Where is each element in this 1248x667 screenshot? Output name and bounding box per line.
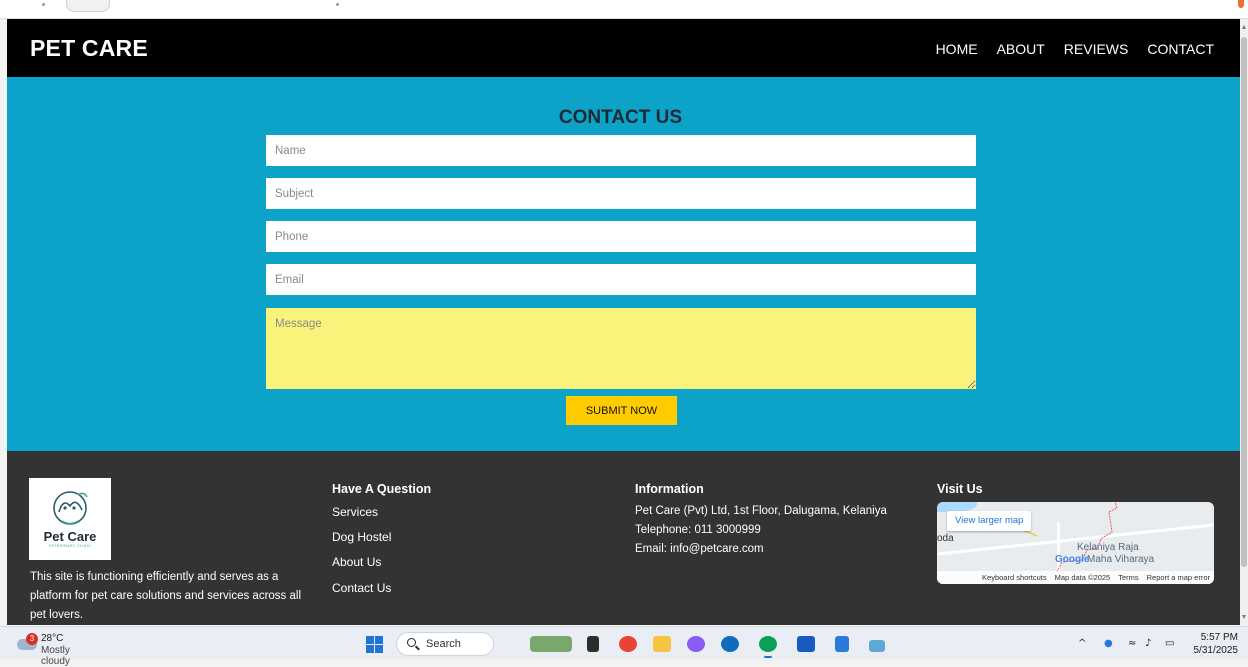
browser-extension-icon[interactable] — [1238, 0, 1244, 8]
windows-start-icon[interactable] — [366, 636, 383, 653]
weather-badge: 3 — [26, 633, 38, 645]
contact-section: CONTACT US SUBMIT NOW — [7, 77, 1240, 451]
edge-icon[interactable] — [759, 636, 777, 658]
web-page: PET CARE HOME ABOUT REVIEWS CONTACT CONT… — [7, 19, 1240, 625]
info-address: Pet Care (Pvt) Ltd, 1st Floor, Dalugama,… — [635, 505, 887, 517]
navbar: PET CARE HOME ABOUT REVIEWS CONTACT — [7, 19, 1240, 77]
pet-care-logo: Pet Care VETERINARY CLINIC — [29, 478, 111, 560]
volume-icon[interactable]: ♪ — [1145, 638, 1151, 649]
map-report-error[interactable]: Report a map error — [1147, 573, 1210, 582]
scroll-up-icon[interactable] — [1242, 25, 1246, 29]
view-larger-map-link[interactable]: View larger map — [947, 511, 1032, 531]
weather-description: Mostly cloudy — [41, 645, 70, 667]
nav-reviews[interactable]: REVIEWS — [1064, 41, 1129, 57]
nav-home[interactable]: HOME — [936, 41, 978, 57]
info-telephone: Telephone: 011 3000999 — [635, 524, 761, 536]
brand-logo-text[interactable]: PET CARE — [30, 35, 148, 62]
page-scrollbar[interactable] — [1240, 19, 1248, 625]
logo-subtext: VETERINARY CLINIC — [48, 544, 92, 548]
nav-links: HOME ABOUT REVIEWS CONTACT — [936, 41, 1214, 57]
taskbar-search[interactable]: Search — [396, 632, 494, 656]
footer-link-about-us[interactable]: About Us — [332, 555, 381, 569]
footer-link-contact-us[interactable]: Contact Us — [332, 581, 391, 595]
info-email: Email: info@petcare.com — [635, 543, 764, 555]
question-title: Have A Question — [332, 482, 432, 496]
nav-about[interactable]: ABOUT — [997, 41, 1045, 57]
email-input[interactable] — [266, 264, 976, 295]
logo-text: Pet Care — [43, 529, 97, 544]
scrollbar-thumb[interactable] — [1241, 37, 1247, 567]
taskbar: 3 28°C Mostly cloudy Search ^ ● ≈ ♪ ▭ 5:… — [0, 626, 1248, 667]
information-title: Information — [635, 482, 704, 496]
network-app-icon[interactable]: ● — [1104, 638, 1113, 649]
phone-input[interactable] — [266, 221, 976, 252]
outlook-icon[interactable] — [721, 636, 739, 652]
notepad-icon[interactable] — [835, 636, 849, 652]
weather-temperature: 28°C — [41, 633, 64, 644]
map-label-oda: oda — [937, 533, 954, 544]
browser-tab[interactable] — [66, 0, 110, 12]
map-data-credit: Map data ©2025 — [1054, 573, 1111, 582]
footer: Pet Care VETERINARY CLINIC This site is … — [7, 451, 1240, 625]
dot-icon — [42, 3, 45, 6]
nav-contact[interactable]: CONTACT — [1147, 41, 1214, 57]
footer-link-dog-hostel[interactable]: Dog Hostel — [332, 530, 391, 544]
name-input[interactable] — [266, 135, 976, 166]
map-label-place: Kelaniya Raja — [1077, 542, 1139, 553]
wifi-icon[interactable]: ≈ — [1128, 638, 1136, 649]
copilot-icon[interactable] — [687, 636, 705, 652]
map-attribution: Keyboard shortcuts Map data ©2025 Terms … — [937, 571, 1214, 584]
search-label: Search — [426, 638, 461, 650]
scroll-down-icon[interactable] — [1242, 615, 1246, 619]
submit-button[interactable]: SUBMIT NOW — [566, 396, 677, 425]
search-icon — [407, 638, 416, 647]
word-icon[interactable] — [797, 636, 815, 652]
message-textarea[interactable] — [266, 308, 976, 389]
widgets-app-icon[interactable] — [530, 636, 572, 652]
footer-link-services[interactable]: Services — [332, 505, 378, 519]
chevron-up-icon[interactable]: ^ — [1078, 638, 1086, 649]
clock-date[interactable]: 5/31/2025 — [1194, 645, 1239, 656]
browser-chrome — [0, 0, 1248, 19]
file-explorer-icon[interactable] — [653, 636, 671, 652]
clock-time[interactable]: 5:57 PM — [1201, 632, 1238, 643]
battery-icon[interactable]: ▭ — [1165, 638, 1174, 649]
map-terms[interactable]: Terms — [1118, 573, 1138, 582]
google-logo-text: Google — [1055, 554, 1090, 565]
snipping-tool-icon[interactable] — [869, 640, 885, 652]
task-view-icon[interactable] — [587, 636, 599, 652]
embedded-map[interactable]: View larger map oda Kelaniya Raja Maha V… — [937, 502, 1214, 584]
chrome-icon[interactable] — [619, 636, 637, 652]
visit-title: Visit Us — [937, 482, 983, 496]
dot-icon — [336, 3, 339, 6]
subject-input[interactable] — [266, 178, 976, 209]
map-label-place2: Maha Viharaya — [1087, 554, 1155, 565]
contact-title: CONTACT US — [558, 107, 683, 128]
footer-description: This site is functioning efficiently and… — [30, 571, 302, 621]
map-keyboard-shortcuts[interactable]: Keyboard shortcuts — [982, 573, 1047, 582]
